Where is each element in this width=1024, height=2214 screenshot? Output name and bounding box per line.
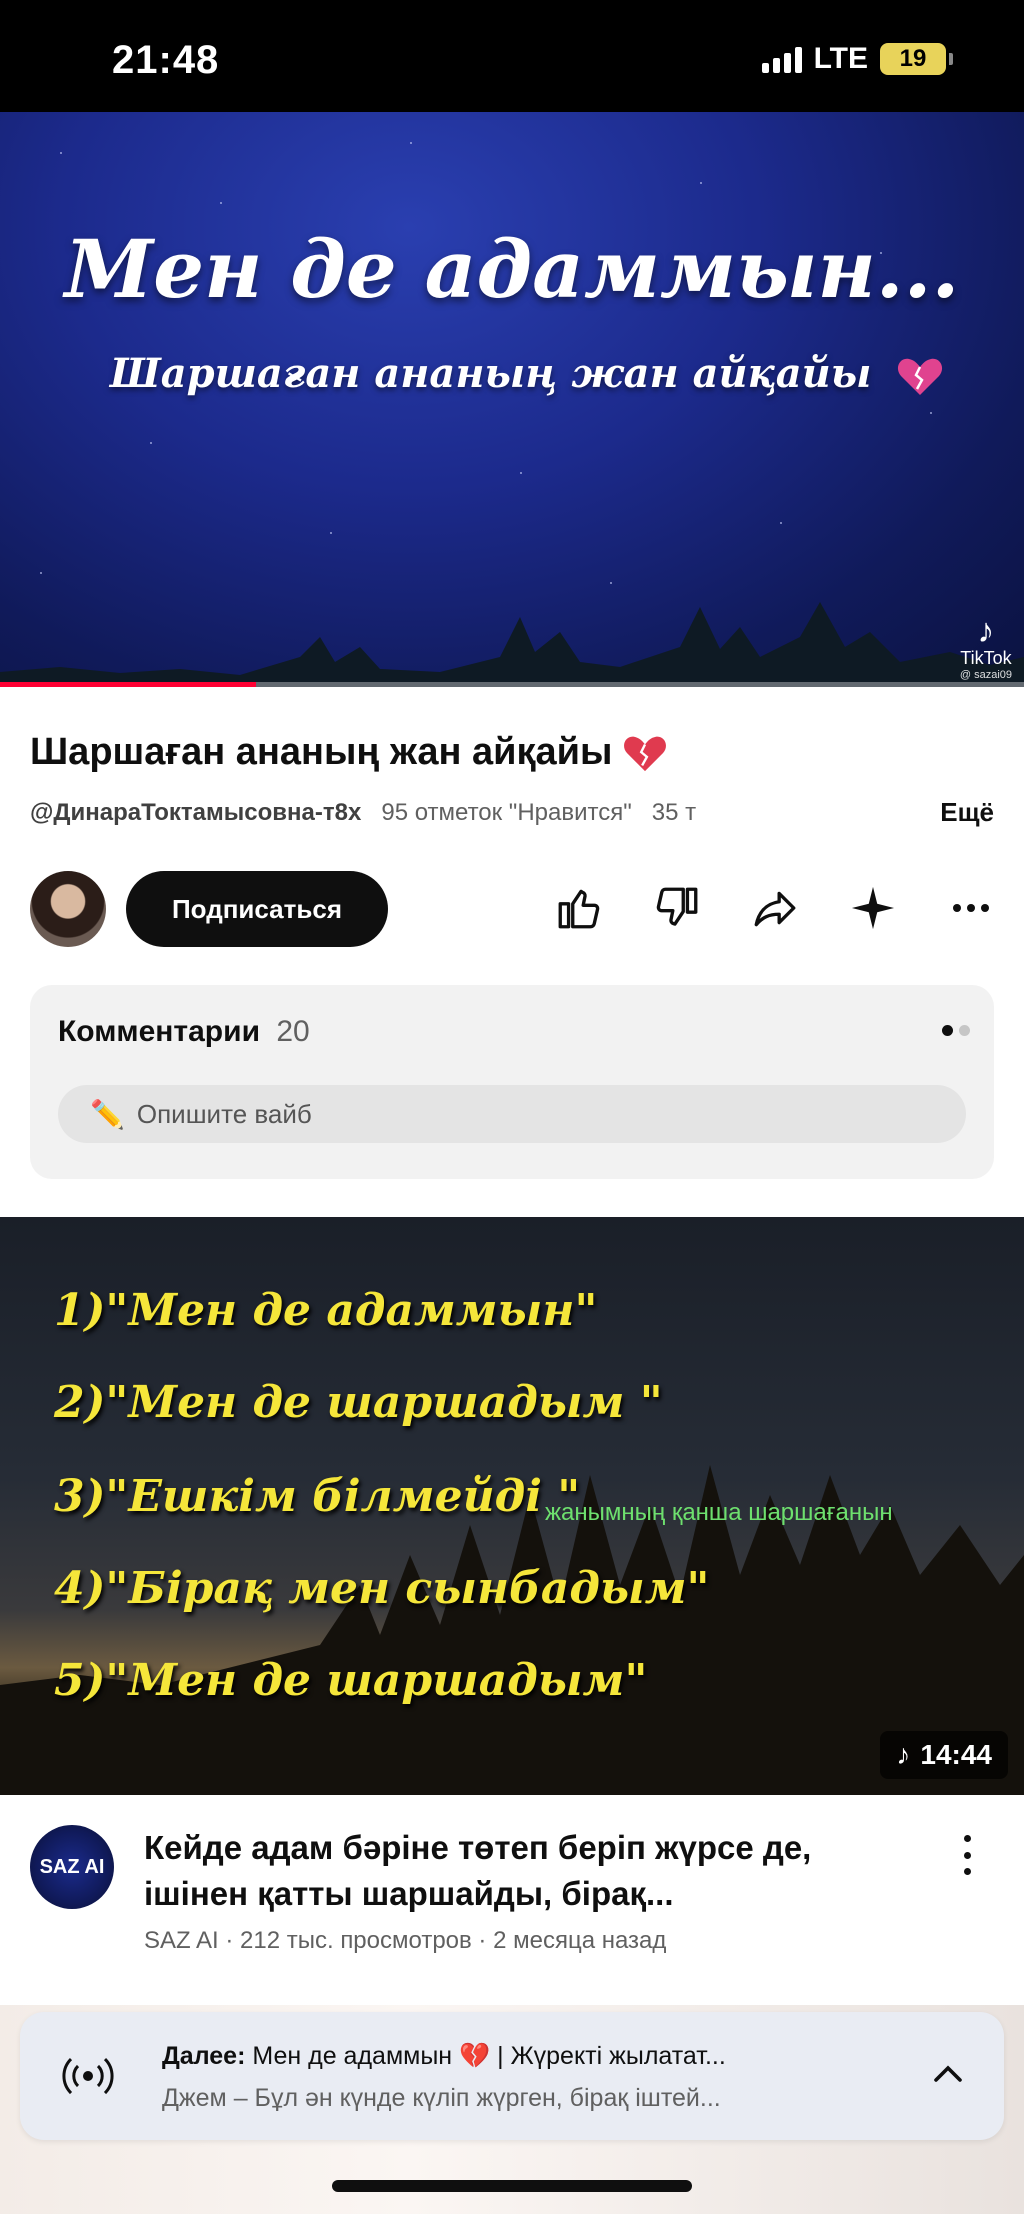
sparkle-icon xyxy=(851,886,895,930)
lyric-line-1: 1)"Мен де адаммын" xyxy=(54,1285,598,1336)
status-time: 21:48 xyxy=(112,38,220,82)
channel-avatar[interactable] xyxy=(30,871,106,947)
ai-sparkle-button[interactable] xyxy=(844,879,902,937)
thumbs-down-icon xyxy=(656,887,698,926)
saz-ai-avatar[interactable]: SAZ AI xyxy=(30,1825,114,1909)
network-type: LTE xyxy=(813,42,868,75)
video-info-sheet: Шаршаған ананың жан айқайы @ДинараТоктам… xyxy=(0,687,1024,1217)
recommended-video-thumbnail[interactable]: 1)"Мен де адаммын" 2)"Мен де шаршадым " … xyxy=(0,1217,1024,1795)
comments-pager xyxy=(942,1025,970,1036)
recommended-video-title[interactable]: Кейде адам бәріне төтеп беріп жүрсе де, … xyxy=(144,1825,914,1916)
video-title-text: Шаршаған ананың жан айқайы xyxy=(30,731,613,773)
broken-heart-icon xyxy=(898,358,943,395)
home-indicator[interactable] xyxy=(332,2180,692,2192)
music-note-icon: ♪ xyxy=(896,1739,911,1770)
thumbs-up-icon xyxy=(558,889,600,929)
more-horizontal-icon xyxy=(953,904,989,912)
next-up-title: Далее: Мен де адаммын 💔 | Жүректі жылата… xyxy=(162,2042,902,2071)
comments-count: 20 xyxy=(276,1015,310,1048)
tiktok-user: @ sazai09 xyxy=(959,669,1012,681)
treeline-silhouette xyxy=(0,602,1024,687)
broken-heart-icon xyxy=(624,736,666,772)
comments-panel[interactable]: Комментарии 20 ✏️ Опишите вайб xyxy=(30,985,994,1179)
battery-icon: 19 xyxy=(880,43,953,75)
pager-dot xyxy=(959,1025,970,1036)
more-button[interactable]: Ещё xyxy=(940,797,994,828)
views-count: 35 т xyxy=(651,799,697,826)
hero-subtitle-text: Шаршаған ананың жан айқайы xyxy=(110,350,872,397)
lyric-line-5: 5)"Мен де шаршадым" xyxy=(54,1655,648,1706)
comments-label: Комментарии xyxy=(58,1015,261,1048)
lyric-side-caption: жанымның қанша шаршағанын xyxy=(545,1499,893,1526)
pager-dot-active xyxy=(942,1025,953,1036)
share-button[interactable] xyxy=(746,879,804,937)
likes-count: 95 отметок "Нравится" xyxy=(381,799,632,826)
channel-row: Подписаться xyxy=(30,869,994,949)
hero-title: Мен де адаммын... xyxy=(64,222,960,316)
tiktok-icon: ♪ xyxy=(977,612,995,650)
duration-text: 14:44 xyxy=(920,1739,992,1770)
next-up-subtitle: Джем – Бұл ән күнде күліп жүрген, бірақ … xyxy=(162,2084,721,2112)
lyric-line-3: 3)"Ешкім білмейді " xyxy=(54,1471,581,1522)
action-bar xyxy=(550,879,1000,937)
signal-icon xyxy=(761,45,802,73)
next-up-label: Далее: xyxy=(162,2042,246,2070)
duration-badge: ♪ 14:44 xyxy=(880,1731,1008,1779)
chevron-up-icon[interactable] xyxy=(930,2056,966,2092)
recommended-video-info[interactable]: SAZ AI Кейде адам бәріне төтеп беріп жүр… xyxy=(0,1795,1024,2005)
video-meta: @ДинараТоктамысовна-т8х 95 отметок "Нрав… xyxy=(30,799,930,827)
hero-subtitle: Шаршаған ананың жан айқайы xyxy=(110,350,943,397)
dislike-button[interactable] xyxy=(648,879,706,937)
video-title[interactable]: Шаршаған ананың жан айқайы xyxy=(30,731,667,774)
video-player[interactable]: Мен де адаммын... Шаршаған ананың жан ай… xyxy=(0,112,1024,687)
next-up-title-text: Мен де адаммын 💔 | Жүректі жылатат... xyxy=(252,2042,726,2070)
tiktok-label: TikTok xyxy=(960,648,1012,668)
like-button[interactable] xyxy=(550,879,608,937)
more-actions-button[interactable] xyxy=(942,879,1000,937)
battery-level: 19 xyxy=(899,45,927,72)
subscribe-button[interactable]: Подписаться xyxy=(126,871,388,947)
share-icon xyxy=(754,891,796,927)
lyric-line-2: 2)"Мен де шаршадым " xyxy=(54,1377,663,1428)
status-indicators: LTE 19 xyxy=(761,42,953,76)
comment-input[interactable]: ✏️ Опишите вайб xyxy=(58,1085,966,1143)
pencil-icon: ✏️ xyxy=(90,1098,125,1130)
tiktok-watermark: ♪ TikTok @ sazai09 xyxy=(960,614,1012,681)
channel-handle[interactable]: @ДинараТоктамысовна-т8х xyxy=(30,799,361,826)
next-up-panel[interactable]: Далее: Мен де адаммын 💔 | Жүректі жылата… xyxy=(20,2012,1004,2140)
recommended-video-meta: SAZ AI · 212 тыс. просмотров · 2 месяца … xyxy=(144,1927,667,1954)
more-vertical-icon[interactable] xyxy=(964,1835,974,1875)
lyric-line-4: 4)"Бірақ мен сынбадым" xyxy=(54,1563,710,1614)
broadcast-icon xyxy=(62,2057,114,2095)
comments-header: Комментарии 20 xyxy=(58,1015,310,1049)
status-bar: 21:48 LTE 19 xyxy=(0,0,1024,112)
comment-placeholder: Опишите вайб xyxy=(136,1098,312,1129)
